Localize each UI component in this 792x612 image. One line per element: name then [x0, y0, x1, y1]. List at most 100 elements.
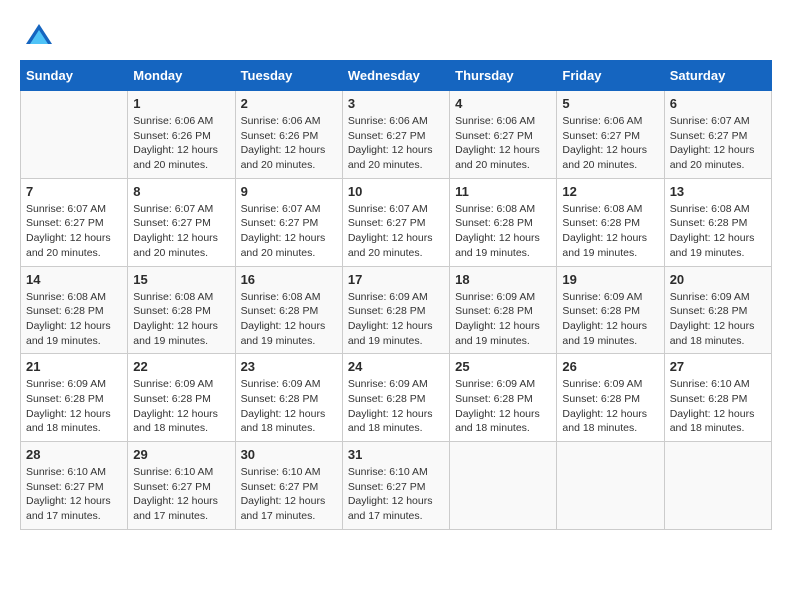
- calendar-cell: 31 Sunrise: 6:10 AM Sunset: 6:27 PM Dayli…: [342, 442, 449, 530]
- day-info: Sunrise: 6:08 AM Sunset: 6:28 PM Dayligh…: [241, 290, 337, 349]
- day-number: 23: [241, 359, 337, 374]
- calendar-cell: 11Sunrise: 6:08 AM Sunset: 6:28 PM Dayli…: [450, 178, 557, 266]
- day-number: 17: [348, 272, 444, 287]
- day-number: 16: [241, 272, 337, 287]
- day-number: 9: [241, 184, 337, 199]
- day-info: Sunrise: 6:06 AM Sunset: 6:27 PM Dayligh…: [348, 114, 444, 173]
- calendar-cell: 20 Sunrise: 6:09 AM Sunset: 6:28 PM Dayli…: [664, 266, 771, 354]
- calendar-cell: 4 Sunrise: 6:06 AM Sunset: 6:27 PM Daylig…: [450, 91, 557, 179]
- day-info: Sunrise: 6:07 AM Sunset: 6:27 PM Dayligh…: [26, 202, 122, 261]
- calendar-cell: 19Sunrise: 6:09 AM Sunset: 6:28 PM Dayli…: [557, 266, 664, 354]
- weekday-header-row: SundayMondayTuesdayWednesdayThursdayFrid…: [21, 61, 772, 91]
- calendar-cell: [450, 442, 557, 530]
- calendar-cell: [664, 442, 771, 530]
- day-info: Sunrise: 6:09 AM Sunset: 6:28 PM Dayligh…: [455, 290, 551, 349]
- calendar-cell: 17 Sunrise: 6:09 AM Sunset: 6:28 PM Dayli…: [342, 266, 449, 354]
- calendar-cell: 9 Sunrise: 6:07 AM Sunset: 6:27 PM Daylig…: [235, 178, 342, 266]
- day-number: 5: [562, 96, 658, 111]
- day-number: 3: [348, 96, 444, 111]
- day-info: Sunrise: 6:10 AM Sunset: 6:27 PM Dayligh…: [133, 465, 229, 524]
- day-number: 15: [133, 272, 229, 287]
- day-number: 14: [26, 272, 122, 287]
- calendar-header: SundayMondayTuesdayWednesdayThursdayFrid…: [21, 61, 772, 91]
- day-number: 22: [133, 359, 229, 374]
- calendar-cell: 3 Sunrise: 6:06 AM Sunset: 6:27 PM Daylig…: [342, 91, 449, 179]
- calendar-cell: 18 Sunrise: 6:09 AM Sunset: 6:28 PM Dayli…: [450, 266, 557, 354]
- day-info: Sunrise: 6:08 AM Sunset: 6:28 PM Dayligh…: [133, 290, 229, 349]
- weekday-header-wednesday: Wednesday: [342, 61, 449, 91]
- day-number: 27: [670, 359, 766, 374]
- day-info: Sunrise: 6:06 AM Sunset: 6:27 PM Dayligh…: [562, 114, 658, 173]
- calendar-cell: 8 Sunrise: 6:07 AM Sunset: 6:27 PM Daylig…: [128, 178, 235, 266]
- weekday-header-sunday: Sunday: [21, 61, 128, 91]
- calendar-cell: 24 Sunrise: 6:09 AM Sunset: 6:28 PM Dayli…: [342, 354, 449, 442]
- calendar-body: 1Sunrise: 6:06 AM Sunset: 6:26 PM Daylig…: [21, 91, 772, 530]
- logo: [20, 20, 54, 50]
- day-number: 20: [670, 272, 766, 287]
- calendar-week-1: 1Sunrise: 6:06 AM Sunset: 6:26 PM Daylig…: [21, 91, 772, 179]
- calendar-cell: 10 Sunrise: 6:07 AM Sunset: 6:27 PM Dayli…: [342, 178, 449, 266]
- calendar-cell: 1Sunrise: 6:06 AM Sunset: 6:26 PM Daylig…: [128, 91, 235, 179]
- day-number: 30: [241, 447, 337, 462]
- calendar-cell: 28Sunrise: 6:10 AM Sunset: 6:27 PM Dayli…: [21, 442, 128, 530]
- day-info: Sunrise: 6:08 AM Sunset: 6:28 PM Dayligh…: [455, 202, 551, 261]
- day-number: 26: [562, 359, 658, 374]
- calendar-week-4: 21Sunrise: 6:09 AM Sunset: 6:28 PM Dayli…: [21, 354, 772, 442]
- day-info: Sunrise: 6:09 AM Sunset: 6:28 PM Dayligh…: [241, 377, 337, 436]
- day-number: 31: [348, 447, 444, 462]
- day-info: Sunrise: 6:08 AM Sunset: 6:28 PM Dayligh…: [562, 202, 658, 261]
- weekday-header-saturday: Saturday: [664, 61, 771, 91]
- day-number: 12: [562, 184, 658, 199]
- day-number: 24: [348, 359, 444, 374]
- day-info: Sunrise: 6:07 AM Sunset: 6:27 PM Dayligh…: [133, 202, 229, 261]
- calendar-cell: 6 Sunrise: 6:07 AM Sunset: 6:27 PM Daylig…: [664, 91, 771, 179]
- day-info: Sunrise: 6:10 AM Sunset: 6:27 PM Dayligh…: [348, 465, 444, 524]
- weekday-header-tuesday: Tuesday: [235, 61, 342, 91]
- day-number: 19: [562, 272, 658, 287]
- calendar-table: SundayMondayTuesdayWednesdayThursdayFrid…: [20, 60, 772, 530]
- day-info: Sunrise: 6:09 AM Sunset: 6:28 PM Dayligh…: [562, 377, 658, 436]
- calendar-cell: 16 Sunrise: 6:08 AM Sunset: 6:28 PM Dayli…: [235, 266, 342, 354]
- logo-icon: [24, 20, 54, 50]
- calendar-cell: 29Sunrise: 6:10 AM Sunset: 6:27 PM Dayli…: [128, 442, 235, 530]
- weekday-header-friday: Friday: [557, 61, 664, 91]
- day-number: 10: [348, 184, 444, 199]
- day-number: 8: [133, 184, 229, 199]
- day-info: Sunrise: 6:08 AM Sunset: 6:28 PM Dayligh…: [670, 202, 766, 261]
- calendar-cell: 13 Sunrise: 6:08 AM Sunset: 6:28 PM Dayli…: [664, 178, 771, 266]
- calendar-week-3: 14 Sunrise: 6:08 AM Sunset: 6:28 PM Dayli…: [21, 266, 772, 354]
- calendar-cell: 12 Sunrise: 6:08 AM Sunset: 6:28 PM Dayli…: [557, 178, 664, 266]
- calendar-cell: 2 Sunrise: 6:06 AM Sunset: 6:26 PM Daylig…: [235, 91, 342, 179]
- day-number: 7: [26, 184, 122, 199]
- day-info: Sunrise: 6:07 AM Sunset: 6:27 PM Dayligh…: [348, 202, 444, 261]
- day-number: 18: [455, 272, 551, 287]
- page-header: [20, 20, 772, 50]
- day-info: Sunrise: 6:09 AM Sunset: 6:28 PM Dayligh…: [133, 377, 229, 436]
- calendar-week-2: 7 Sunrise: 6:07 AM Sunset: 6:27 PM Daylig…: [21, 178, 772, 266]
- day-info: Sunrise: 6:09 AM Sunset: 6:28 PM Dayligh…: [670, 290, 766, 349]
- calendar-week-5: 28Sunrise: 6:10 AM Sunset: 6:27 PM Dayli…: [21, 442, 772, 530]
- calendar-cell: 21Sunrise: 6:09 AM Sunset: 6:28 PM Dayli…: [21, 354, 128, 442]
- day-info: Sunrise: 6:09 AM Sunset: 6:28 PM Dayligh…: [348, 290, 444, 349]
- weekday-header-monday: Monday: [128, 61, 235, 91]
- calendar-cell: 23 Sunrise: 6:09 AM Sunset: 6:28 PM Dayli…: [235, 354, 342, 442]
- day-number: 25: [455, 359, 551, 374]
- day-info: Sunrise: 6:07 AM Sunset: 6:27 PM Dayligh…: [241, 202, 337, 261]
- day-number: 13: [670, 184, 766, 199]
- day-info: Sunrise: 6:06 AM Sunset: 6:27 PM Dayligh…: [455, 114, 551, 173]
- calendar-cell: 25 Sunrise: 6:09 AM Sunset: 6:28 PM Dayli…: [450, 354, 557, 442]
- day-number: 2: [241, 96, 337, 111]
- day-info: Sunrise: 6:09 AM Sunset: 6:28 PM Dayligh…: [26, 377, 122, 436]
- day-info: Sunrise: 6:07 AM Sunset: 6:27 PM Dayligh…: [670, 114, 766, 173]
- day-info: Sunrise: 6:08 AM Sunset: 6:28 PM Dayligh…: [26, 290, 122, 349]
- day-info: Sunrise: 6:06 AM Sunset: 6:26 PM Dayligh…: [241, 114, 337, 173]
- weekday-header-thursday: Thursday: [450, 61, 557, 91]
- day-number: 6: [670, 96, 766, 111]
- day-info: Sunrise: 6:09 AM Sunset: 6:28 PM Dayligh…: [348, 377, 444, 436]
- calendar-cell: [557, 442, 664, 530]
- day-number: 4: [455, 96, 551, 111]
- calendar-cell: 7 Sunrise: 6:07 AM Sunset: 6:27 PM Daylig…: [21, 178, 128, 266]
- calendar-cell: 26 Sunrise: 6:09 AM Sunset: 6:28 PM Dayli…: [557, 354, 664, 442]
- day-info: Sunrise: 6:10 AM Sunset: 6:27 PM Dayligh…: [26, 465, 122, 524]
- day-info: Sunrise: 6:09 AM Sunset: 6:28 PM Dayligh…: [455, 377, 551, 436]
